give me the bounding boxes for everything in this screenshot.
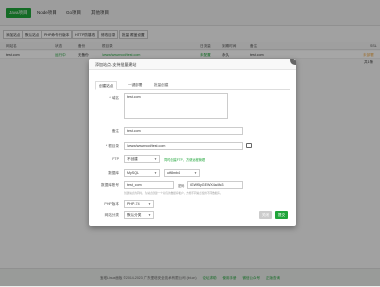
category-label: 网站分类 [104, 213, 119, 217]
tab-batch-create[interactable]: 批量创建 [151, 81, 171, 90]
close-button[interactable]: 关闭 [259, 211, 272, 219]
root-label: * 根目录 [105, 144, 119, 148]
chevron-down-icon: ▼ [154, 171, 157, 175]
db-user-input[interactable]: test_com [124, 181, 174, 189]
db-label: 数据库 [108, 171, 119, 175]
chevron-down-icon: ▼ [148, 202, 151, 206]
domain-textarea[interactable]: test.com [124, 93, 228, 119]
dialog-tabs: 创建站点 一键部署 批量创建 [95, 81, 290, 90]
tab-create-site[interactable]: 创建站点 [95, 81, 118, 90]
db-pass-input[interactable]: iGWf5yGEWX4a4fc3 [187, 181, 243, 189]
db-type-select[interactable]: MySQL ▼ [124, 169, 160, 177]
tab-one-click-deploy[interactable]: 一键部署 [125, 81, 145, 90]
category-select[interactable]: 默认分类 ▼ [124, 211, 154, 219]
submit-button[interactable]: 提交 [275, 211, 288, 219]
php-label: PHP版本 [104, 202, 119, 206]
db-charset-select[interactable]: utf8mb4 ▼ [164, 169, 200, 177]
dbuser-label: 数据库账号 [101, 183, 119, 187]
folder-icon[interactable] [246, 143, 252, 148]
remark-label: 备注 [111, 129, 119, 133]
domain-label: * 域名 [109, 96, 119, 100]
php-version-select[interactable]: PHP-74 ▼ [124, 200, 154, 208]
ftp-label: FTP [112, 157, 119, 161]
db-hint: 创建站点的同时，为站点创建一个对应的数据库帐户，方便不同站点使用不同数据库。 [124, 192, 223, 195]
chevron-down-icon: ▼ [154, 157, 157, 161]
ftp-hint: 同时创建FTP，方便远程管理 [164, 158, 206, 162]
db-pass-label: 密码 [178, 184, 185, 188]
root-input[interactable]: /www/wwwroot/test.com [124, 142, 243, 150]
add-site-dialog: 添加站点-支持批量建站 × 创建站点 一键部署 批量创建 * 域名 test.c… [89, 59, 296, 226]
chevron-down-icon: ▼ [194, 171, 197, 175]
chevron-down-icon: ▼ [148, 213, 151, 217]
remark-input[interactable]: test.com [124, 127, 243, 135]
dialog-title: 添加站点-支持批量建站 [89, 59, 296, 70]
ftp-select[interactable]: 不创建 ▼ [124, 155, 160, 163]
